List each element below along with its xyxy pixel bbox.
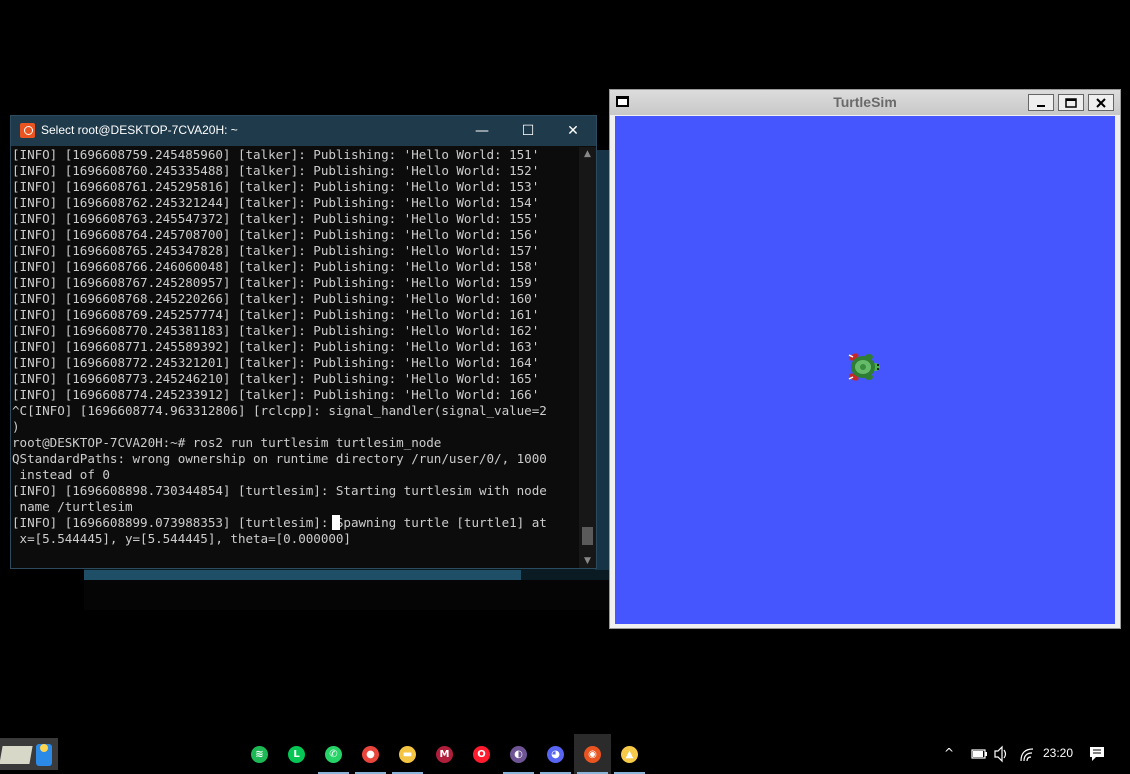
terminal-line: [INFO] [1696608768.245220266] [talker]: … [12,291,540,306]
scroll-down-arrow-icon[interactable]: ▼ [579,554,596,568]
terminal-cursor [332,515,340,530]
turtlesim-canvas [615,116,1115,624]
terminal-line: instead of 0 [12,467,110,482]
terminal-maximize-button[interactable]: ☐ [505,116,551,146]
chrome-icon: ● [362,745,379,763]
terminal-line: x=[5.544445], y=[5.544445], theta=[0.000… [12,531,351,546]
terminal-titlebar[interactable]: Select root@DESKTOP-7CVA20H: ~ — ☐ ✕ [11,116,596,146]
terminal-line: [INFO] [1696608773.245246210] [talker]: … [12,371,540,386]
terminal-title: Select root@DESKTOP-7CVA20H: ~ [41,123,238,137]
turtlesim-minimize-button[interactable] [1028,94,1054,111]
terminal-line: QStandardPaths: wrong ownership on runti… [12,451,547,466]
terminal-line: [INFO] [1696608765.245347828] [talker]: … [12,243,540,258]
taskbar-app-github[interactable]: ◐ [500,734,537,774]
clock[interactable]: 23:20 [1043,746,1073,760]
taskbar-app-spotify[interactable]: ≋ [241,734,278,774]
terminal-minimize-button[interactable]: — [459,116,505,146]
taskbar-app-opera[interactable]: O [463,734,500,774]
terminal-line: [INFO] [1696608764.245708700] [talker]: … [12,227,540,242]
mendeley-icon: M [436,745,453,763]
taskbar-app-ubuntu-terminal[interactable]: ◉ [574,734,611,774]
terminal-line: [INFO] [1696608769.245257774] [talker]: … [12,307,540,322]
ubuntu-terminal-icon: ◉ [584,745,601,763]
background-window-footer [84,580,609,610]
scroll-thumb[interactable] [582,527,593,545]
terminal-line: [INFO] [1696608759.245485960] [talker]: … [12,147,540,162]
line-icon: L [288,745,305,763]
scroll-up-arrow-icon[interactable]: ▲ [579,147,596,161]
github-icon: ◐ [510,745,527,763]
linux-tux-icon: ▲ [621,745,638,763]
terminal-line: [INFO] [1696608770.245381183] [talker]: … [12,323,540,338]
start-button[interactable] [0,738,58,770]
terminal-line: [INFO] [1696608766.246060048] [talker]: … [12,259,540,274]
background-window-edge [595,150,609,570]
maximize-icon [1065,97,1077,108]
background-window-strip [84,570,521,580]
terminal-line: [INFO] [1696608762.245321244] [talker]: … [12,195,540,210]
terminal-scrollbar[interactable]: ▲ ▼ [579,147,596,568]
turtlesim-titlebar[interactable]: TurtleSim [610,90,1120,115]
terminal-close-button[interactable]: ✕ [550,116,596,146]
taskbar: ≋ L ✆ ● ▬ M O ◐ ◕ ◉ ▲ ^ 23:20 [0,734,1130,774]
opera-icon: O [473,745,490,763]
terminal-line: [INFO] [1696608761.245295816] [talker]: … [12,179,540,194]
terminal-line: name /turtlesim [12,499,133,514]
terminal-line: ) [12,419,20,434]
terminal-line: [INFO] [1696608771.245589392] [talker]: … [12,339,540,354]
taskbar-app-discord[interactable]: ◕ [537,734,574,774]
terminal-line: [INFO] [1696608898.730344854] [turtlesim… [12,483,547,498]
start-app-icon [0,744,52,766]
volume-icon[interactable] [993,745,1011,763]
turtlesim-window[interactable]: TurtleSim [609,89,1121,629]
taskbar-app-whatsapp[interactable]: ✆ [315,734,352,774]
taskbar-app-chrome[interactable]: ● [352,734,389,774]
terminal-output[interactable]: [INFO] [1696608759.245485960] [talker]: … [12,147,580,568]
turtle-icon [848,353,880,381]
terminal-line: [INFO] [1696608899.073988353] [turtlesim… [12,515,547,530]
ubuntu-icon [20,123,35,138]
terminal-line: [INFO] [1696608763.245547372] [talker]: … [12,211,540,226]
notification-icon[interactable] [1088,745,1106,763]
terminal-line: [INFO] [1696608772.245321201] [talker]: … [12,355,540,370]
terminal-line: [INFO] [1696608767.245280957] [talker]: … [12,275,540,290]
close-icon [1096,97,1106,108]
spotify-icon: ≋ [251,745,268,763]
wifi-icon[interactable] [1018,745,1036,763]
terminal-line: root@DESKTOP-7CVA20H:~# ros2 run turtles… [12,435,442,450]
chevron-up-icon[interactable]: ^ [944,746,954,760]
taskbar-app-linux-tux[interactable]: ▲ [611,734,648,774]
terminal-line: [INFO] [1696608774.245233912] [talker]: … [12,387,540,402]
turtlesim-close-button[interactable] [1088,94,1114,111]
discord-icon: ◕ [547,745,564,763]
minimize-icon [1037,104,1045,107]
taskbar-app-line[interactable]: L [278,734,315,774]
turtlesim-maximize-button[interactable] [1058,94,1084,111]
terminal-window[interactable]: Select root@DESKTOP-7CVA20H: ~ — ☐ ✕ [IN… [10,115,597,569]
terminal-line: [INFO] [1696608760.245335488] [talker]: … [12,163,540,178]
whatsapp-icon: ✆ [325,745,342,763]
terminal-line: ^C[INFO] [1696608774.963312806] [rclcpp]… [12,403,547,418]
file-explorer-icon: ▬ [399,745,416,763]
battery-icon[interactable] [970,746,988,762]
taskbar-app-file-explorer[interactable]: ▬ [389,734,426,774]
taskbar-app-mendeley[interactable]: M [426,734,463,774]
